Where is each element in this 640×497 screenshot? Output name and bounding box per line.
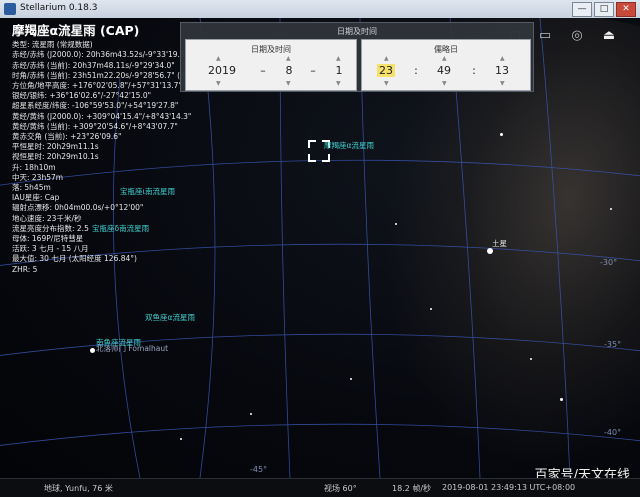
hour-value: 23: [377, 64, 395, 77]
second-up-arrow[interactable]: ▲: [500, 55, 505, 62]
second-down-arrow[interactable]: ▼: [500, 80, 505, 87]
info-line: IAU星座: Cap: [12, 193, 60, 203]
date-section: 日期及时间 ▲ ▼ 2019 – ▲ ▼ 8 – ▲ ▼ 1: [185, 39, 357, 91]
info-line: 视恒星时: 20h29m10.1s: [12, 152, 99, 162]
exit-icon[interactable]: ⏏: [600, 28, 618, 44]
info-line: 地心速度: 23千米/秒: [12, 213, 82, 223]
hour-down-arrow[interactable]: ▼: [384, 80, 389, 87]
info-line: 活跃: 3 七月 - 15 八月: [12, 244, 89, 254]
star: [350, 378, 352, 380]
date-time-dialog: 日期及时间 日期及时间 ▲ ▼ 2019 – ▲ ▼ 8 – ▲ ▼ 1 儒略日…: [180, 22, 534, 92]
star: [530, 358, 532, 360]
year-down-arrow[interactable]: ▼: [216, 80, 221, 87]
info-line: 落: 5h45m: [12, 183, 51, 193]
grid-label: -45°: [250, 465, 268, 474]
date-separator: –: [310, 64, 316, 77]
star: [395, 223, 397, 225]
fov-status: 视场 60°: [324, 484, 357, 493]
minute-up-arrow[interactable]: ▲: [442, 55, 447, 62]
day-field[interactable]: 1: [332, 64, 346, 77]
info-line: 黄赤交角 (当前): +23°26'09.6": [12, 132, 122, 142]
month-field[interactable]: 8: [282, 64, 296, 77]
star: [250, 413, 252, 415]
info-line: 中天: 23h57m: [12, 172, 64, 182]
minimize-button[interactable]: —: [572, 2, 592, 17]
rectangle-icon[interactable]: ▭: [536, 28, 554, 44]
target-icon[interactable]: ◎: [568, 28, 586, 44]
close-button[interactable]: ✕: [616, 2, 636, 17]
info-line: 母体: 169P/尼特彗星: [12, 234, 84, 244]
datetime-status[interactable]: 2019-08-01 23:49:13 UTC+08:00: [442, 483, 575, 492]
star: [430, 308, 432, 310]
star: [500, 133, 503, 136]
dialog-title: 日期及时间: [337, 27, 377, 36]
fomalhaut-star[interactable]: [90, 348, 95, 353]
status-bar: 地球, Yunfu, 76 米 视场 60° 18.2 帧/秒 2019-08-…: [0, 478, 640, 497]
time-section-title: 儒略日: [434, 45, 458, 54]
meteor-shower-label[interactable]: 南鱼座流星雨: [96, 337, 141, 348]
location-status[interactable]: 地球, Yunfu, 76 米: [44, 483, 113, 494]
month-down-arrow[interactable]: ▼: [286, 80, 291, 87]
hour-up-arrow[interactable]: ▲: [384, 55, 389, 62]
selected-shower-label[interactable]: 摩羯座α流星雨: [324, 140, 374, 151]
time-separator: :: [472, 64, 476, 77]
grid-label: -35°: [604, 340, 622, 349]
saturn-label: 土星: [492, 239, 507, 248]
minute-down-arrow[interactable]: ▼: [442, 80, 447, 87]
info-line: 银经/银纬: +36°16'02.6"/-27°42'15.0": [12, 91, 152, 101]
day-down-arrow[interactable]: ▼: [336, 80, 341, 87]
time-section: 儒略日 ▲ ▼ 23 : ▲ ▼ 49 : ▲ ▼ 13: [361, 39, 531, 91]
star: [610, 208, 612, 210]
info-line: ZHR: 5: [12, 264, 38, 274]
info-line: 黄经/黄纬 (J2000.0): +309°04'15.4"/+8°43'14.…: [12, 111, 192, 121]
grid-label: -30°: [600, 258, 618, 267]
date-separator: –: [260, 64, 266, 77]
info-line: 流星亮度分布指数: 2.5: [12, 223, 89, 233]
stellarium-app-icon: [4, 3, 16, 15]
info-line: 黄经/黄纬 (当前): +309°20'54.6"/+8°43'07.7": [12, 121, 178, 131]
fps-status: 18.2 帧/秒: [392, 484, 432, 493]
hour-field[interactable]: 23: [376, 64, 396, 77]
info-line: 最大值: 30 七月 (太阳经度 126.84°): [12, 254, 137, 264]
star: [180, 438, 182, 440]
maximize-button[interactable]: □: [594, 2, 614, 17]
info-line: 超星系经度/纬度: -106°59'53.0"/+54°19'27.8": [12, 101, 179, 111]
info-line: 升: 18h10m: [12, 162, 56, 172]
year-up-arrow[interactable]: ▲: [216, 55, 221, 62]
second-field[interactable]: 13: [492, 64, 512, 77]
window-title: Stellarium 0.18.3: [20, 3, 98, 13]
info-line: 辐射点漂移: 0h04m00.0s/+0°12'00": [12, 203, 144, 213]
grid-label: -40°: [604, 428, 622, 437]
time-separator: :: [414, 64, 418, 77]
star: [560, 398, 563, 401]
day-up-arrow[interactable]: ▲: [336, 55, 341, 62]
meteor-shower-label[interactable]: 双鱼座α流星雨: [145, 312, 195, 323]
window-titlebar: Stellarium 0.18.3 — □ ✕: [0, 0, 640, 19]
month-up-arrow[interactable]: ▲: [286, 55, 291, 62]
info-line: 平恒星时: 20h29m11.1s: [12, 142, 99, 152]
year-field[interactable]: 2019: [206, 64, 238, 77]
minute-field[interactable]: 49: [434, 64, 454, 77]
date-section-title: 日期及时间: [251, 45, 291, 54]
